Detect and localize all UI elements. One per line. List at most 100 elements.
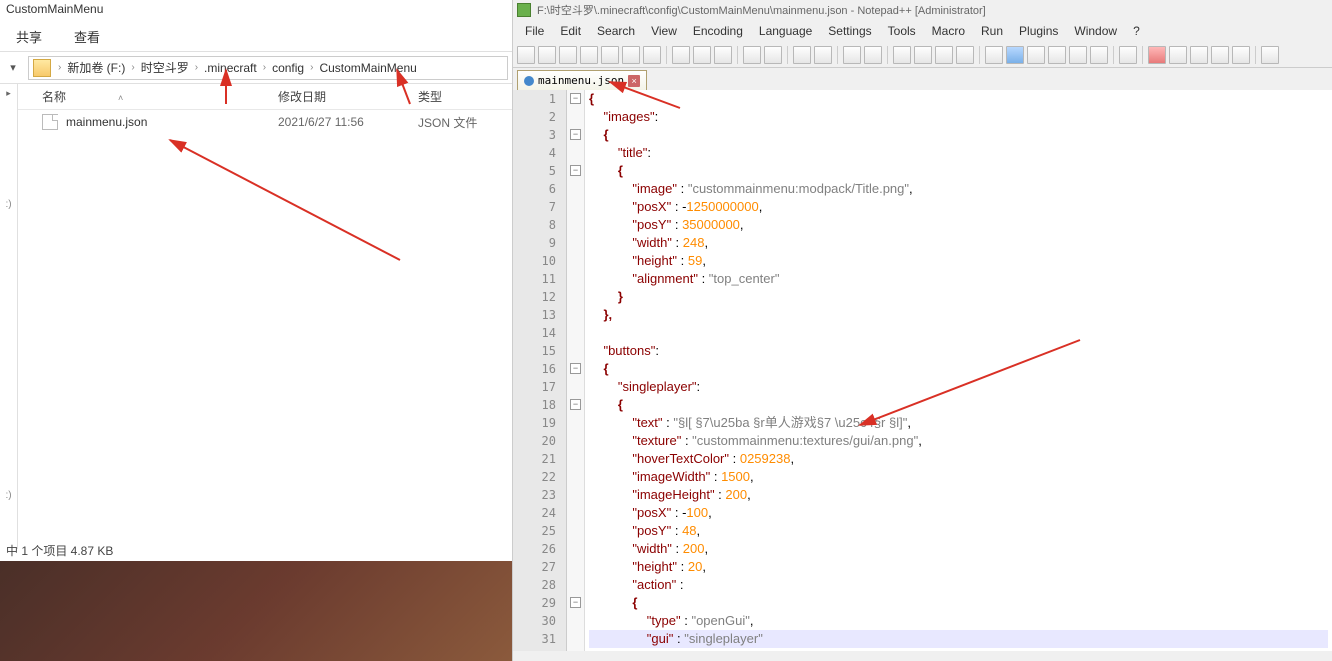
ribbon-share[interactable]: 共享 (16, 27, 42, 46)
file-list: 名称˄ 修改日期 类型 mainmenu.json 2021/6/27 11:5… (18, 84, 512, 549)
wrap-icon[interactable] (935, 46, 953, 64)
tab-close-icon[interactable]: × (628, 75, 640, 87)
npp-tabs: mainmenu.json × (513, 68, 1332, 90)
file-explorer: CustomMainMenu 共享 查看 ▾ › 新加卷 (F:) › 时空斗罗… (0, 0, 513, 661)
close-icon[interactable] (601, 46, 619, 64)
npp-app-icon (517, 3, 531, 17)
chevron-right-icon: › (55, 62, 64, 73)
menu-encoding[interactable]: Encoding (687, 22, 749, 40)
close-all-icon[interactable] (622, 46, 640, 64)
menu-language[interactable]: Language (753, 22, 818, 40)
column-type[interactable]: 类型 (418, 88, 512, 105)
explorer-window-title: CustomMainMenu (0, 0, 512, 22)
save-icon[interactable] (559, 46, 577, 64)
sync-v-icon[interactable] (893, 46, 911, 64)
menu-tools[interactable]: Tools (882, 22, 922, 40)
npp-titlebar: F:\时空斗罗\.minecraft\config\CustomMainMenu… (513, 0, 1332, 20)
menu-view[interactable]: View (645, 22, 683, 40)
cut-icon[interactable] (672, 46, 690, 64)
replace-icon[interactable] (814, 46, 832, 64)
ribbon-view[interactable]: 查看 (74, 27, 100, 46)
menu-help[interactable]: ? (1127, 22, 1146, 40)
file-list-header: 名称˄ 修改日期 类型 (18, 84, 512, 110)
zoom-in-icon[interactable] (843, 46, 861, 64)
print-icon[interactable] (643, 46, 661, 64)
separator (737, 46, 738, 64)
record-macro-icon[interactable] (1148, 46, 1166, 64)
show-all-icon[interactable] (956, 46, 974, 64)
breadcrumb-item[interactable]: .minecraft (201, 61, 260, 75)
folder-workspace-icon[interactable] (1090, 46, 1108, 64)
save-macro-icon[interactable] (1232, 46, 1250, 64)
menu-run[interactable]: Run (975, 22, 1009, 40)
sort-asc-icon: ˄ (118, 93, 123, 103)
play-multi-icon[interactable] (1211, 46, 1229, 64)
fold-column[interactable]: −−−−−− (567, 90, 585, 651)
breadcrumb-item[interactable]: CustomMainMenu (316, 61, 419, 75)
doc-map-icon[interactable] (1027, 46, 1045, 64)
menu-edit[interactable]: Edit (554, 22, 587, 40)
monitoring-icon[interactable] (1119, 46, 1137, 64)
breadcrumb-item[interactable]: 时空斗罗 (138, 59, 192, 76)
separator (1255, 46, 1256, 64)
breadcrumb[interactable]: › 新加卷 (F:) › 时空斗罗 › .minecraft › config … (28, 56, 508, 80)
chevron-right-icon: › (128, 62, 137, 73)
breadcrumb-item-drive[interactable]: 新加卷 (F:) (64, 59, 128, 76)
paste-icon[interactable] (714, 46, 732, 64)
chevron-right-icon: › (192, 62, 201, 73)
separator (1113, 46, 1114, 64)
menu-search[interactable]: Search (591, 22, 641, 40)
sidebar-smiley: :) (0, 490, 17, 501)
file-icon (42, 114, 58, 130)
breadcrumb-nav-arrows: ▾ (4, 61, 22, 74)
column-date[interactable]: 修改日期 (278, 88, 418, 105)
chevron-right-icon: › (307, 62, 316, 73)
doc-list-icon[interactable] (1048, 46, 1066, 64)
file-name: mainmenu.json (66, 115, 278, 129)
separator (887, 46, 888, 64)
menu-settings[interactable]: Settings (822, 22, 877, 40)
chevron-right-icon: › (260, 62, 269, 73)
line-gutter: 1234567891011121314151617181920212223242… (513, 90, 567, 651)
code-area[interactable]: { "images": { "title": { "image" : "cust… (585, 90, 1332, 651)
stop-macro-icon[interactable] (1169, 46, 1187, 64)
file-date: 2021/6/27 11:56 (278, 115, 418, 129)
tab-label: mainmenu.json (538, 74, 624, 87)
separator (837, 46, 838, 64)
extra-icon[interactable] (1261, 46, 1279, 64)
indent-guide-icon[interactable] (985, 46, 1003, 64)
redo-icon[interactable] (764, 46, 782, 64)
play-macro-icon[interactable] (1190, 46, 1208, 64)
function-list-icon[interactable] (1069, 46, 1087, 64)
find-icon[interactable] (793, 46, 811, 64)
folder-icon (33, 59, 51, 77)
sidebar-smiley: :) (0, 199, 17, 210)
save-all-icon[interactable] (580, 46, 598, 64)
menu-file[interactable]: File (519, 22, 550, 40)
file-row[interactable]: mainmenu.json 2021/6/27 11:56 JSON 文件 (18, 110, 512, 134)
new-file-icon[interactable] (517, 46, 535, 64)
explorer-ribbon: 共享 查看 (0, 22, 512, 52)
npp-menubar: File Edit Search View Encoding Language … (513, 20, 1332, 42)
disk-icon (524, 76, 534, 86)
menu-window[interactable]: Window (1068, 22, 1123, 40)
copy-icon[interactable] (693, 46, 711, 64)
zoom-out-icon[interactable] (864, 46, 882, 64)
sync-h-icon[interactable] (914, 46, 932, 64)
file-type: JSON 文件 (418, 114, 512, 131)
separator (979, 46, 980, 64)
undo-icon[interactable] (743, 46, 761, 64)
editor-area[interactable]: 1234567891011121314151617181920212223242… (513, 90, 1332, 651)
column-name[interactable]: 名称˄ (18, 88, 278, 105)
folder-icon[interactable] (1006, 46, 1024, 64)
breadcrumb-item[interactable]: config (269, 61, 307, 75)
menu-macro[interactable]: Macro (926, 22, 971, 40)
preview-pane (0, 561, 512, 661)
open-file-icon[interactable] (538, 46, 556, 64)
menu-plugins[interactable]: Plugins (1013, 22, 1064, 40)
separator (666, 46, 667, 64)
explorer-sidebar-collapsed[interactable]: ▸ :) :) (0, 84, 18, 549)
expand-sidebar-icon[interactable]: ▸ (0, 88, 17, 99)
nav-dropdown-icon[interactable]: ▾ (4, 61, 22, 74)
tab-mainmenu-json[interactable]: mainmenu.json × (517, 70, 647, 90)
